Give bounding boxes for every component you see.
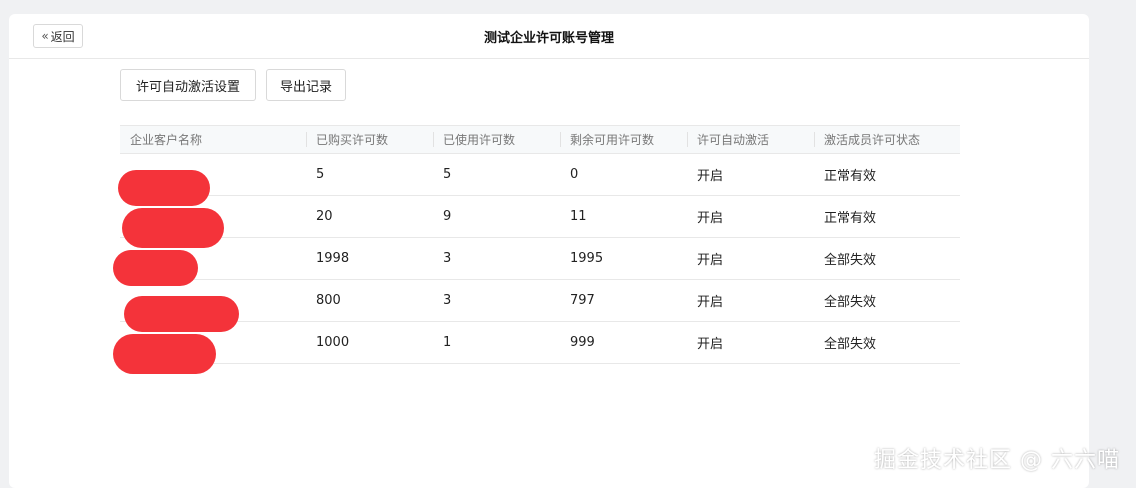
- redaction-mark: [118, 170, 210, 206]
- table-row: 20 9 11 开启 正常有效: [120, 195, 960, 238]
- purchased-cell: 5: [306, 153, 433, 196]
- purchased-cell: 20: [306, 195, 433, 238]
- used-cell: 9: [433, 195, 560, 238]
- auto-activate-cell: 开启: [687, 279, 814, 322]
- redaction-mark: [113, 334, 216, 374]
- purchased-cell: 1998: [306, 237, 433, 280]
- column-header-customer: 企业客户名称: [120, 125, 306, 154]
- page-title: 测试企业许可账号管理: [483, 31, 614, 46]
- remaining-cell: 11: [560, 195, 687, 238]
- remaining-cell: 1995: [560, 237, 687, 280]
- status-cell: 正常有效: [814, 153, 960, 196]
- table-row: 1998 3 1995 开启 全部失效: [120, 237, 960, 280]
- used-cell: 1: [433, 321, 560, 364]
- used-cell: 3: [433, 279, 560, 322]
- column-header-status: 激活成员许可状态: [814, 125, 960, 154]
- status-cell: 正常有效: [814, 195, 960, 238]
- redaction-mark: [122, 208, 224, 248]
- auto-activate-cell: 开启: [687, 195, 814, 238]
- auto-activate-settings-button[interactable]: 许可自动激活设置: [120, 69, 256, 101]
- table-row: 800 3 797 开启 全部失效: [120, 279, 960, 322]
- license-table: 企业客户名称 已购买许可数 已使用许可数 剩余可用许可数 许可自动激活 激活成员…: [120, 125, 960, 364]
- watermark: 掘金技术社区 @ 六六喵: [874, 448, 1120, 473]
- purchased-cell: 800: [306, 279, 433, 322]
- status-cell: 全部失效: [814, 237, 960, 280]
- status-cell: 全部失效: [814, 321, 960, 364]
- table-row: 5 5 0 开启 正常有效: [120, 153, 960, 196]
- column-header-auto-activate: 许可自动激活: [687, 125, 814, 154]
- column-header-purchased: 已购买许可数: [306, 125, 433, 154]
- remaining-cell: 999: [560, 321, 687, 364]
- column-header-used: 已使用许可数: [433, 125, 560, 154]
- page-header: « 返回 测试企业许可账号管理: [9, 14, 1089, 59]
- column-header-remaining: 剩余可用许可数: [560, 125, 687, 154]
- purchased-cell: 1000: [306, 321, 433, 364]
- used-cell: 3: [433, 237, 560, 280]
- remaining-cell: 797: [560, 279, 687, 322]
- status-cell: 全部失效: [814, 279, 960, 322]
- table-row: 1000 1 999 开启 全部失效: [120, 321, 960, 364]
- redaction-mark: [124, 296, 239, 332]
- auto-activate-cell: 开启: [687, 237, 814, 280]
- remaining-cell: 0: [560, 153, 687, 196]
- auto-activate-cell: 开启: [687, 321, 814, 364]
- table-header-row: 企业客户名称 已购买许可数 已使用许可数 剩余可用许可数 许可自动激活 激活成员…: [120, 125, 960, 154]
- used-cell: 5: [433, 153, 560, 196]
- auto-activate-cell: 开启: [687, 153, 814, 196]
- redaction-mark: [113, 250, 198, 286]
- export-records-button[interactable]: 导出记录: [266, 69, 346, 101]
